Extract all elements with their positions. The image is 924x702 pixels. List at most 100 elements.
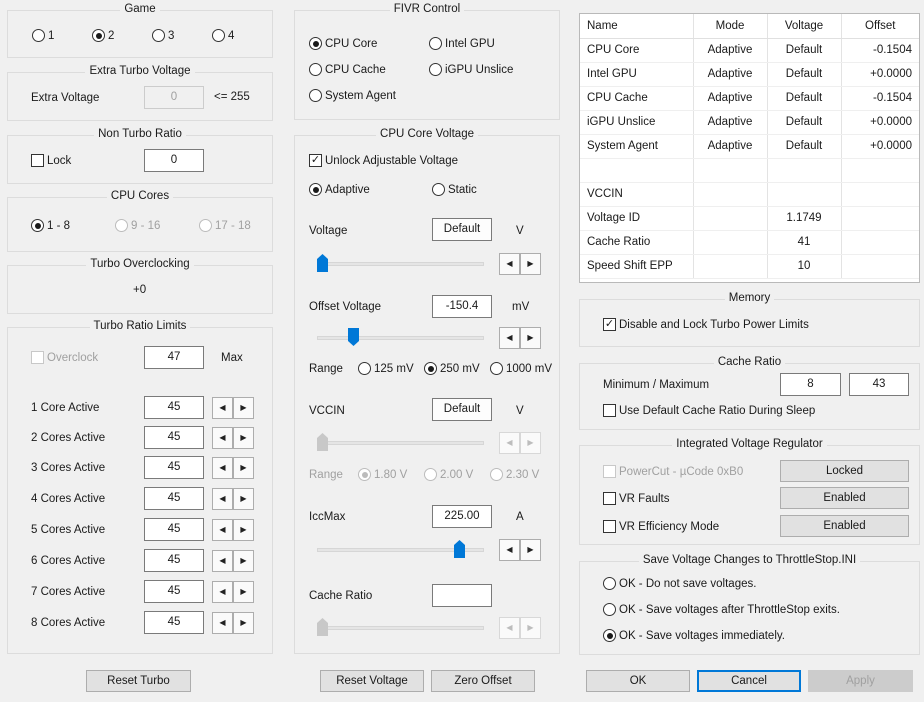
unlock-voltage-checkbox[interactable]: ✓ <box>309 154 322 167</box>
turbo-spin-left-icon[interactable]: ◀ <box>212 581 233 603</box>
turbo-spin-right-icon[interactable]: ▶ <box>233 397 254 419</box>
turbo-spin-left-icon[interactable]: ◀ <box>212 519 233 541</box>
turbo-spin-right-icon[interactable]: ▶ <box>233 427 254 449</box>
voltage-cache-spin-right-icon[interactable]: ▶ <box>520 617 541 639</box>
iccmax-spin-left-icon[interactable]: ◀ <box>499 539 520 561</box>
vr-faults-button[interactable]: Enabled <box>780 487 909 509</box>
vccin-range-radio-230[interactable] <box>490 468 503 481</box>
vccin-range-radio-200[interactable] <box>424 468 437 481</box>
reset-voltage-button[interactable]: Reset Voltage <box>320 670 424 692</box>
range-radio-250[interactable] <box>424 362 437 375</box>
turbo-spin-right-icon[interactable]: ▶ <box>233 581 254 603</box>
voltage-default-button[interactable]: Default <box>432 218 492 241</box>
turbo-spin-left-icon[interactable]: ◀ <box>212 457 233 479</box>
voltage-spinner[interactable]: ◀ ▶ <box>499 253 541 275</box>
offset-spin-left-icon[interactable]: ◀ <box>499 327 520 349</box>
cache-sleep-checkbox[interactable] <box>603 404 616 417</box>
cache-max-input[interactable]: 43 <box>849 373 909 396</box>
iccmax-input[interactable]: 225.00 <box>432 505 492 528</box>
turbo-row-input[interactable]: 45 <box>144 580 204 603</box>
offset-voltage-input[interactable]: -150.4 <box>432 295 492 318</box>
save-radio-immediately[interactable] <box>603 629 616 642</box>
vr-efficiency-checkbox[interactable] <box>603 520 616 533</box>
powercut-button[interactable]: Locked <box>780 460 909 482</box>
turbo-spin-left-icon[interactable]: ◀ <box>212 427 233 449</box>
vr-efficiency-button[interactable]: Enabled <box>780 515 909 537</box>
vr-faults-checkbox[interactable] <box>603 492 616 505</box>
turbo-row-input[interactable]: 45 <box>144 396 204 419</box>
turbo-row-spinner[interactable]: ◀ ▶ <box>212 427 254 449</box>
voltage-cache-slider-track[interactable] <box>317 626 484 630</box>
turbo-spin-right-icon[interactable]: ▶ <box>233 612 254 634</box>
turbo-spin-right-icon[interactable]: ▶ <box>233 519 254 541</box>
offset-slider-thumb[interactable] <box>348 328 359 346</box>
cache-min-input[interactable]: 8 <box>780 373 841 396</box>
turbo-row-input[interactable]: 45 <box>144 426 204 449</box>
voltage-cache-spinner[interactable]: ◀ ▶ <box>499 617 541 639</box>
vccin-range-radio-180[interactable] <box>358 468 371 481</box>
offset-spinner[interactable]: ◀ ▶ <box>499 327 541 349</box>
offset-spin-right-icon[interactable]: ▶ <box>520 327 541 349</box>
voltage-slider-track[interactable] <box>317 262 484 266</box>
voltage-spin-left-icon[interactable]: ◀ <box>499 253 520 275</box>
turbo-row-spinner[interactable]: ◀ ▶ <box>212 612 254 634</box>
turbo-row-spinner[interactable]: ◀ ▶ <box>212 550 254 572</box>
cpu-cores-radio-17-18[interactable] <box>199 219 212 232</box>
iccmax-spinner[interactable]: ◀ ▶ <box>499 539 541 561</box>
extra-voltage-input[interactable]: 0 <box>144 86 204 109</box>
apply-button[interactable]: Apply <box>808 670 913 692</box>
vccin-spinner[interactable]: ◀ ▶ <box>499 432 541 454</box>
non-turbo-lock-checkbox[interactable] <box>31 154 44 167</box>
voltage-cache-spin-left-icon[interactable]: ◀ <box>499 617 520 639</box>
cancel-button[interactable]: Cancel <box>697 670 801 692</box>
game-radio-3[interactable] <box>152 29 165 42</box>
turbo-row-spinner[interactable]: ◀ ▶ <box>212 519 254 541</box>
turbo-row-input[interactable]: 45 <box>144 487 204 510</box>
turbo-row-spinner[interactable]: ◀ ▶ <box>212 488 254 510</box>
mode-adaptive-radio[interactable] <box>309 183 322 196</box>
turbo-row-input[interactable]: 45 <box>144 518 204 541</box>
range-radio-125[interactable] <box>358 362 371 375</box>
turbo-spin-right-icon[interactable]: ▶ <box>233 550 254 572</box>
cpu-cores-radio-9-16[interactable] <box>115 219 128 232</box>
reset-turbo-button[interactable]: Reset Turbo <box>86 670 191 692</box>
fivr-radio-intel-gpu[interactable] <box>429 37 442 50</box>
game-radio-2[interactable] <box>92 29 105 42</box>
zero-offset-button[interactable]: Zero Offset <box>431 670 535 692</box>
vccin-default-button[interactable]: Default <box>432 398 492 421</box>
cpu-cores-radio-1-8[interactable] <box>31 219 44 232</box>
vccin-spin-right-icon[interactable]: ▶ <box>520 432 541 454</box>
fivr-radio-cpu-core[interactable] <box>309 37 322 50</box>
range-radio-1000[interactable] <box>490 362 503 375</box>
iccmax-slider-thumb[interactable] <box>454 540 465 558</box>
turbo-spin-left-icon[interactable]: ◀ <box>212 397 233 419</box>
turbo-row-input[interactable]: 45 <box>144 456 204 479</box>
offset-slider-track[interactable] <box>317 336 484 340</box>
turbo-row-input[interactable]: 45 <box>144 549 204 572</box>
save-radio-do-not-save[interactable] <box>603 577 616 590</box>
voltage-cache-ratio-input[interactable] <box>432 584 492 607</box>
voltage-spin-right-icon[interactable]: ▶ <box>520 253 541 275</box>
disable-lock-turbo-checkbox[interactable]: ✓ <box>603 318 616 331</box>
vccin-slider-thumb[interactable] <box>317 433 328 451</box>
turbo-row-spinner[interactable]: ◀ ▶ <box>212 457 254 479</box>
turbo-row-spinner[interactable]: ◀ ▶ <box>212 581 254 603</box>
fivr-radio-cpu-cache[interactable] <box>309 63 322 76</box>
overclock-max-input[interactable]: 47 <box>144 346 204 369</box>
vccin-spin-left-icon[interactable]: ◀ <box>499 432 520 454</box>
powercut-checkbox[interactable] <box>603 465 616 478</box>
game-radio-1[interactable] <box>32 29 45 42</box>
mode-static-radio[interactable] <box>432 183 445 196</box>
non-turbo-input[interactable]: 0 <box>144 149 204 172</box>
vccin-slider-track[interactable] <box>317 441 484 445</box>
turbo-spin-left-icon[interactable]: ◀ <box>212 612 233 634</box>
turbo-spin-right-icon[interactable]: ▶ <box>233 488 254 510</box>
overclock-checkbox[interactable] <box>31 351 44 364</box>
voltage-slider-thumb[interactable] <box>317 254 328 272</box>
turbo-row-input[interactable]: 45 <box>144 611 204 634</box>
voltage-cache-slider-thumb[interactable] <box>317 618 328 636</box>
turbo-row-spinner[interactable]: ◀ ▶ <box>212 397 254 419</box>
turbo-spin-left-icon[interactable]: ◀ <box>212 488 233 510</box>
iccmax-spin-right-icon[interactable]: ▶ <box>520 539 541 561</box>
ok-button[interactable]: OK <box>586 670 690 692</box>
